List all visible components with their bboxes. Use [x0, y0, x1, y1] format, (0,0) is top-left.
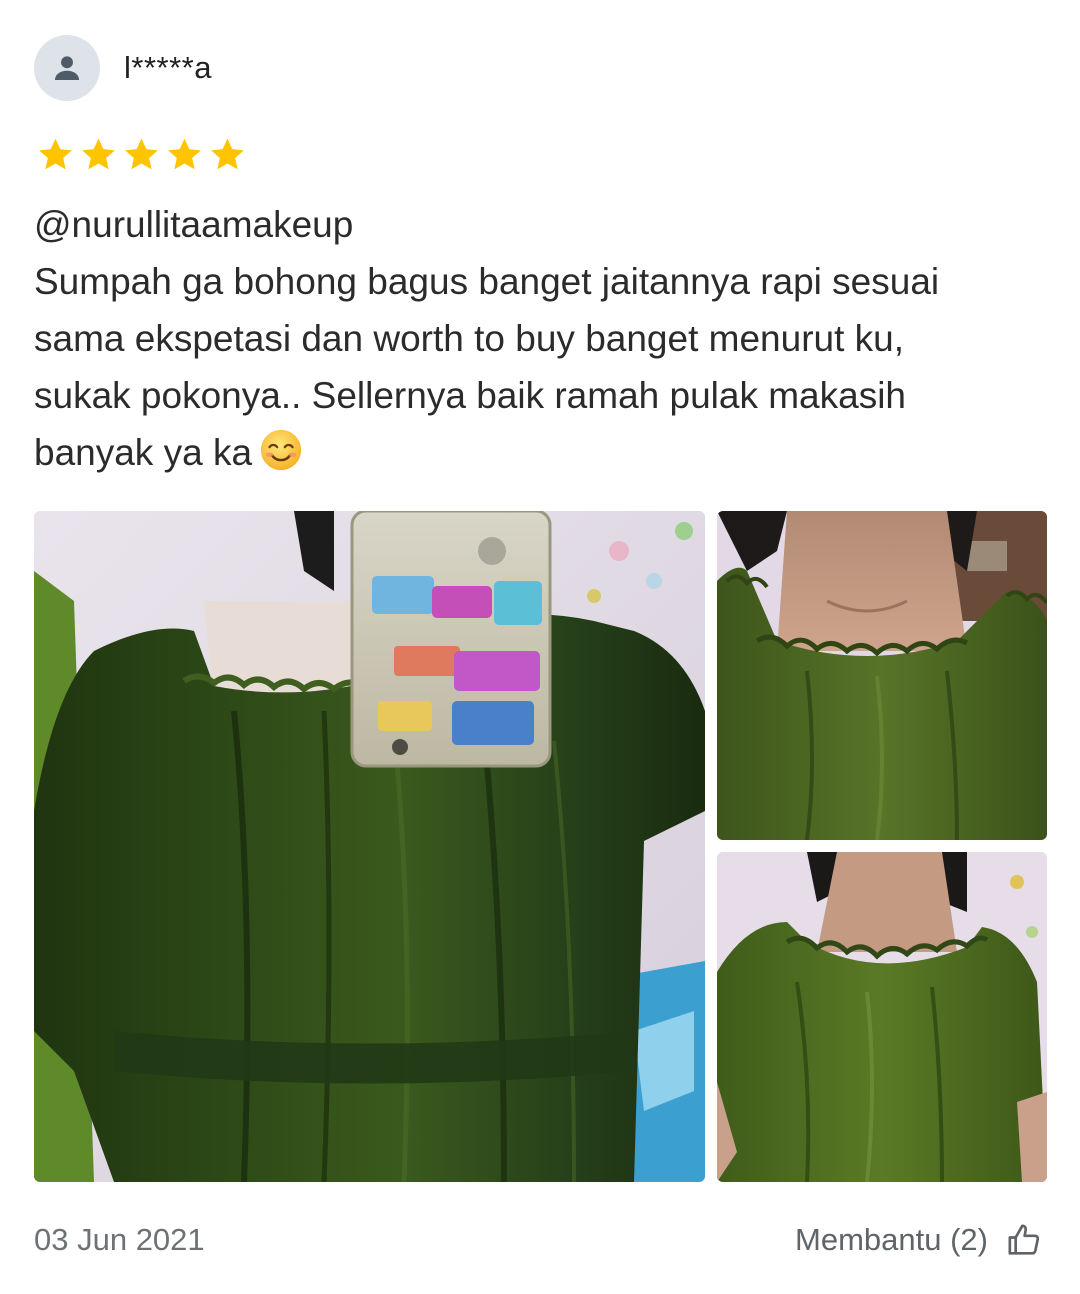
star-icon [39, 138, 72, 170]
review-line: sukak pokonya.. Sellernya baik ramah pul… [34, 375, 907, 416]
review-photo-thumbnail[interactable] [717, 511, 1047, 840]
star-icon [211, 138, 244, 170]
rating-stars [34, 135, 249, 175]
review-line: banyak ya ka [34, 432, 253, 473]
review-date: 03 Jun 2021 [34, 1222, 205, 1257]
user-icon [54, 56, 80, 81]
review-photo-image [717, 852, 1047, 1182]
smiling-face-icon [260, 429, 302, 471]
review-photos [34, 511, 1047, 1182]
review-line: sama ekspetasi dan worth to buy banget m… [34, 318, 905, 359]
review-photo-image [717, 511, 1047, 840]
avatar [34, 35, 100, 101]
review-card: l*****a @nurullitaamakeup Sumpah ga boho… [0, 0, 1080, 1294]
thumbs-up-icon [1008, 1224, 1040, 1255]
review-photo-main[interactable] [34, 511, 705, 1182]
review-text: @nurullitaamakeup Sumpah ga bohong bagus… [34, 196, 1044, 481]
review-photo-thumbnail[interactable] [717, 852, 1047, 1182]
star-icon [82, 138, 115, 170]
helpful-label: Membantu (2) [795, 1222, 988, 1257]
star-icon [125, 138, 158, 170]
review-header: l*****a [34, 34, 212, 102]
review-line: @nurullitaamakeup [34, 204, 354, 245]
star-icon [168, 138, 201, 170]
reviewer-name: l*****a [124, 50, 212, 85]
review-line: Sumpah ga bohong bagus banget jaitannya … [34, 261, 940, 302]
helpful-button[interactable]: Membantu (2) [795, 1220, 1044, 1260]
review-photo-image [34, 511, 705, 1182]
review-footer: 03 Jun 2021 Membantu (2) [34, 1214, 1044, 1266]
